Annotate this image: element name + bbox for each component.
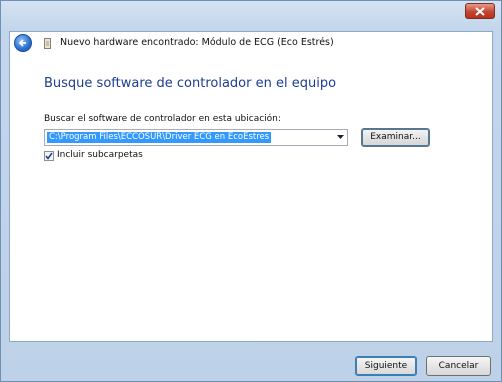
chevron-down-icon[interactable] [337,135,344,139]
close-button[interactable] [465,3,495,19]
checkmark-icon [45,152,53,160]
path-input[interactable]: C:\Program Files\ECCOSUR\Driver ECG en E… [47,132,272,143]
hardware-icon [44,38,51,49]
next-button[interactable]: Siguiente [355,356,417,376]
window-title: Nuevo hardware encontrado: Módulo de ECG… [60,37,334,48]
include-subfolders-checkbox[interactable] [44,151,54,161]
path-combobox[interactable]: C:\Program Files\ECCOSUR\Driver ECG en E… [44,129,348,146]
search-location-label: Buscar el software de controlador en est… [44,114,281,124]
wizard-window: Nuevo hardware encontrado: Módulo de ECG… [0,0,502,382]
include-subfolders-label[interactable]: Incluir subcarpetas [57,150,143,160]
back-arrow-icon [18,39,26,47]
wizard-header: Nuevo hardware encontrado: Módulo de ECG… [10,32,492,54]
wizard-footer: Siguiente Cancelar [1,342,501,382]
close-icon [475,7,485,16]
title-bar[interactable] [1,1,501,31]
browse-button[interactable]: Examinar... [361,128,430,147]
page-heading: Busque software de controlador en el equ… [44,76,337,91]
content-panel: Nuevo hardware encontrado: Módulo de ECG… [9,31,493,342]
cancel-button[interactable]: Cancelar [426,356,491,376]
back-button[interactable] [14,34,32,52]
